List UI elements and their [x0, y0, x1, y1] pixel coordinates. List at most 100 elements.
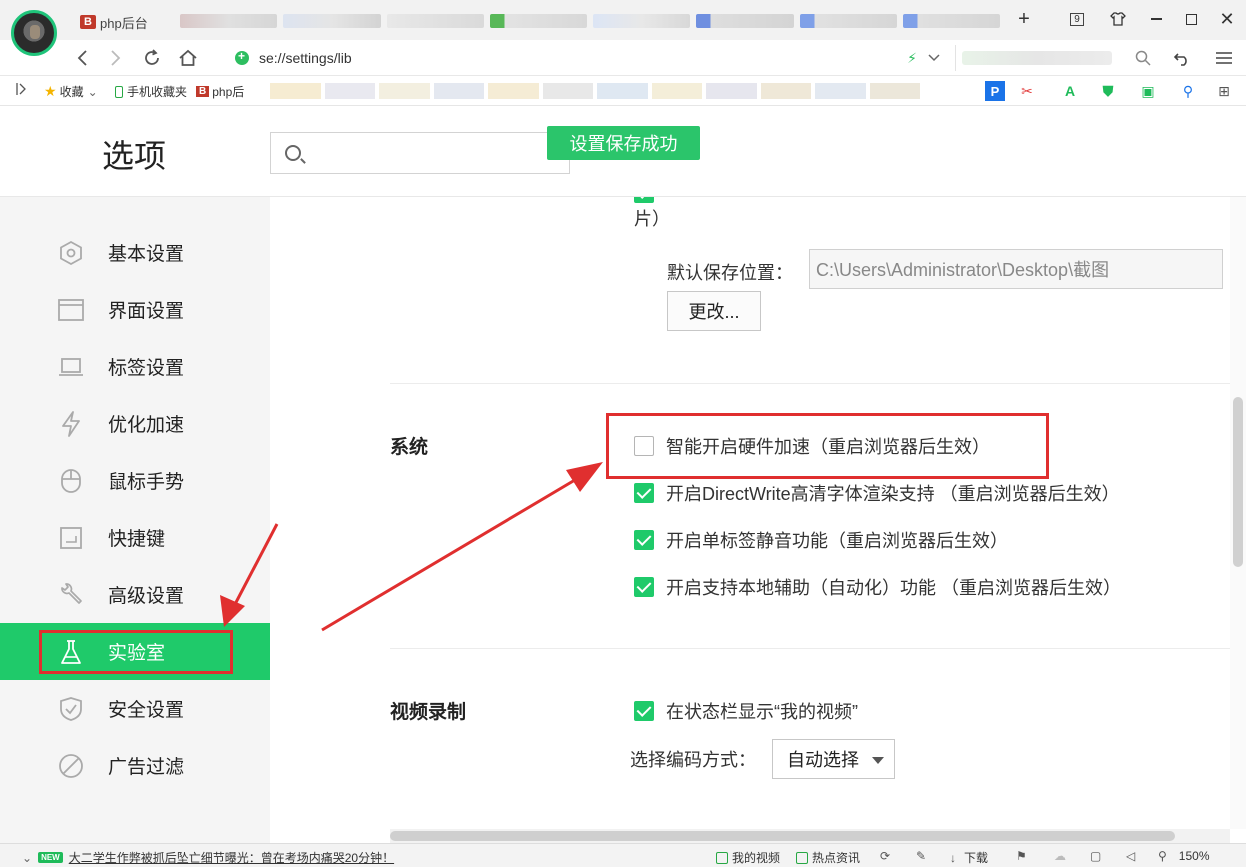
address-bar[interactable]: se://settings/lib [235, 45, 945, 71]
search-icon[interactable] [1131, 46, 1155, 70]
laptop-icon [58, 354, 84, 380]
bookmark-php[interactable]: B php后 [196, 83, 244, 100]
sidebar-item-shortcuts[interactable]: 快捷键 [0, 509, 270, 566]
news-ticker[interactable]: ⌄ NEW 大二学生作弊被抓后坠亡细节曝光：曾在考场内痛哭20分钟！ [22, 849, 394, 866]
horizontal-scrollbar[interactable] [390, 829, 1230, 843]
game-icon[interactable]: ▣ [1138, 81, 1158, 101]
lightning-icon [58, 410, 84, 437]
save-success-toast: 设置保存成功 [547, 126, 700, 160]
home-icon[interactable] [176, 46, 200, 70]
sidebar-item-mouse-gestures[interactable]: 鼠标手势 [0, 452, 270, 509]
settings-sidebar: 基本设置 界面设置 标签设置 优化加速 鼠标手势 快捷键 高级设置 实验室 安全… [0, 197, 270, 847]
download-button[interactable]: ↓ 下载 [950, 849, 988, 866]
translate-icon[interactable]: A [1060, 81, 1080, 101]
local-automation-option[interactable]: 开启支持本地辅助（自动化）功能 （重启浏览器后生效） [634, 574, 1121, 600]
apps-icon[interactable]: ⊞ [1214, 81, 1234, 101]
speaker-icon[interactable]: ◁ [1126, 849, 1135, 863]
change-location-button[interactable]: 更改... [667, 291, 761, 331]
browser-tab[interactable]: B php后台 [80, 10, 148, 34]
video-section-title: 视频录制 [390, 702, 467, 723]
vertical-scrollbar[interactable] [1230, 197, 1246, 829]
my-video-button[interactable]: 我的视频 [716, 849, 780, 866]
tab-count-icon[interactable]: 9 [1065, 8, 1089, 30]
download-icon: ↓ [950, 850, 956, 865]
nav-bar: se://settings/lib ⚡ [0, 40, 1246, 76]
magnifier-icon[interactable]: ⚲ [1178, 81, 1198, 101]
blurred-tabs[interactable] [180, 14, 1000, 30]
parking-icon[interactable]: P [985, 81, 1005, 101]
sidebar-item-tabs[interactable]: 标签设置 [0, 338, 270, 395]
partial-option-text: 片） [634, 209, 670, 229]
flag-icon[interactable]: ⚑ [1016, 849, 1027, 863]
search-engine-box[interactable] [955, 45, 1155, 71]
save-location-input[interactable] [809, 249, 1223, 289]
scrollbar-thumb[interactable] [1233, 397, 1243, 567]
news-text[interactable]: 大二学生作弊被抓后坠亡细节曝光：曾在考场内痛哭20分钟！ [69, 849, 394, 866]
secure-shield-icon [235, 49, 249, 65]
show-my-video-option[interactable]: 在状态栏显示“我的视频” [634, 698, 858, 724]
php-favicon-icon: B [196, 86, 210, 97]
blurred-bookmarks[interactable] [270, 83, 920, 99]
close-icon[interactable]: ✕ [1215, 8, 1239, 30]
new-badge: NEW [38, 852, 63, 863]
status-bar: ⌄ NEW 大二学生作弊被抓后坠亡细节曝光：曾在考场内痛哭20分钟！ 我的视频 … [0, 843, 1246, 867]
magnifier-icon: ⚲ [1158, 849, 1167, 863]
block-icon [58, 753, 84, 779]
new-tab-icon[interactable]: + [1012, 8, 1036, 30]
minimize-icon[interactable] [1144, 8, 1168, 30]
skin-icon[interactable] [1106, 8, 1130, 30]
address-text: se://settings/lib [259, 50, 352, 66]
checkbox-checked[interactable] [634, 701, 654, 721]
checkbox-checked[interactable] [634, 483, 654, 503]
back-icon[interactable] [70, 46, 94, 70]
settings-search-input[interactable] [270, 132, 570, 174]
bookmark-favorites[interactable]: ★ 收藏 ⌄ [44, 83, 98, 100]
flask-icon [58, 639, 84, 665]
undo-icon[interactable] [1170, 46, 1194, 70]
bookmark-mobile-favorites[interactable]: 手机收藏夹 [115, 83, 187, 100]
settings-content: 片） 默认保存位置： 更改... 系统 智能开启硬件加速（重启浏览器后生效） 开… [270, 197, 1230, 829]
screenshot-option-checkbox[interactable] [634, 197, 666, 203]
maximize-icon[interactable] [1179, 8, 1203, 30]
checkbox-checked[interactable] [634, 530, 654, 550]
shield-check-icon[interactable]: ⛊ [1098, 81, 1118, 101]
sidebar-toggle-icon[interactable] [16, 83, 26, 95]
menu-icon[interactable] [1212, 46, 1236, 70]
sidebar-item-advanced[interactable]: 高级设置 [0, 566, 270, 623]
window-icon [58, 297, 84, 323]
checkbox-checked[interactable] [634, 577, 654, 597]
system-section-title: 系统 [390, 437, 429, 458]
shield-icon [58, 696, 84, 722]
forward-icon[interactable] [104, 46, 128, 70]
window-icon[interactable]: ▢ [1090, 849, 1101, 863]
chevron-down-icon[interactable] [922, 46, 946, 70]
cloud-icon[interactable]: ☁ [1054, 849, 1066, 863]
reload-icon[interactable] [140, 46, 164, 70]
directwrite-option[interactable]: 开启DirectWrite高清字体渲染支持 （重启浏览器后生效） [634, 480, 1120, 506]
sidebar-item-adblock[interactable]: 广告过滤 [0, 737, 270, 794]
sidebar-item-interface[interactable]: 界面设置 [0, 281, 270, 338]
sidebar-item-security[interactable]: 安全设置 [0, 680, 270, 737]
wrench-icon [58, 582, 84, 608]
zoom-control[interactable]: ⚲ 150% [1158, 849, 1210, 863]
star-icon: ★ [44, 83, 57, 99]
sidebar-item-lab[interactable]: 实验室 [0, 623, 270, 680]
save-location-label: 默认保存位置： [667, 263, 793, 283]
caret-down-icon [872, 757, 884, 764]
sidebar-item-speedup[interactable]: 优化加速 [0, 395, 270, 452]
encoding-select[interactable]: 自动选择 [772, 739, 895, 779]
checkbox-unchecked[interactable] [634, 436, 654, 456]
hardware-acceleration-option[interactable]: 智能开启硬件加速（重启浏览器后生效） [634, 433, 990, 459]
scissors-icon[interactable]: ✂ [1017, 81, 1037, 101]
hexagon-icon [58, 240, 84, 266]
news-icon [796, 851, 808, 864]
lightning-icon[interactable]: ⚡ [900, 46, 924, 70]
scrollbar-thumb[interactable] [390, 831, 1175, 841]
sidebar-item-basic[interactable]: 基本设置 [0, 224, 270, 281]
hot-news-button[interactable]: 热点资讯 [796, 849, 860, 866]
single-tab-mute-option[interactable]: 开启单标签静音功能（重启浏览器后生效） [634, 527, 1008, 553]
refresh-icon[interactable]: ⟳ [880, 849, 890, 863]
pin-icon[interactable]: ✎ [916, 849, 926, 863]
checkbox-checked[interactable] [634, 197, 654, 203]
user-avatar[interactable] [11, 10, 57, 56]
